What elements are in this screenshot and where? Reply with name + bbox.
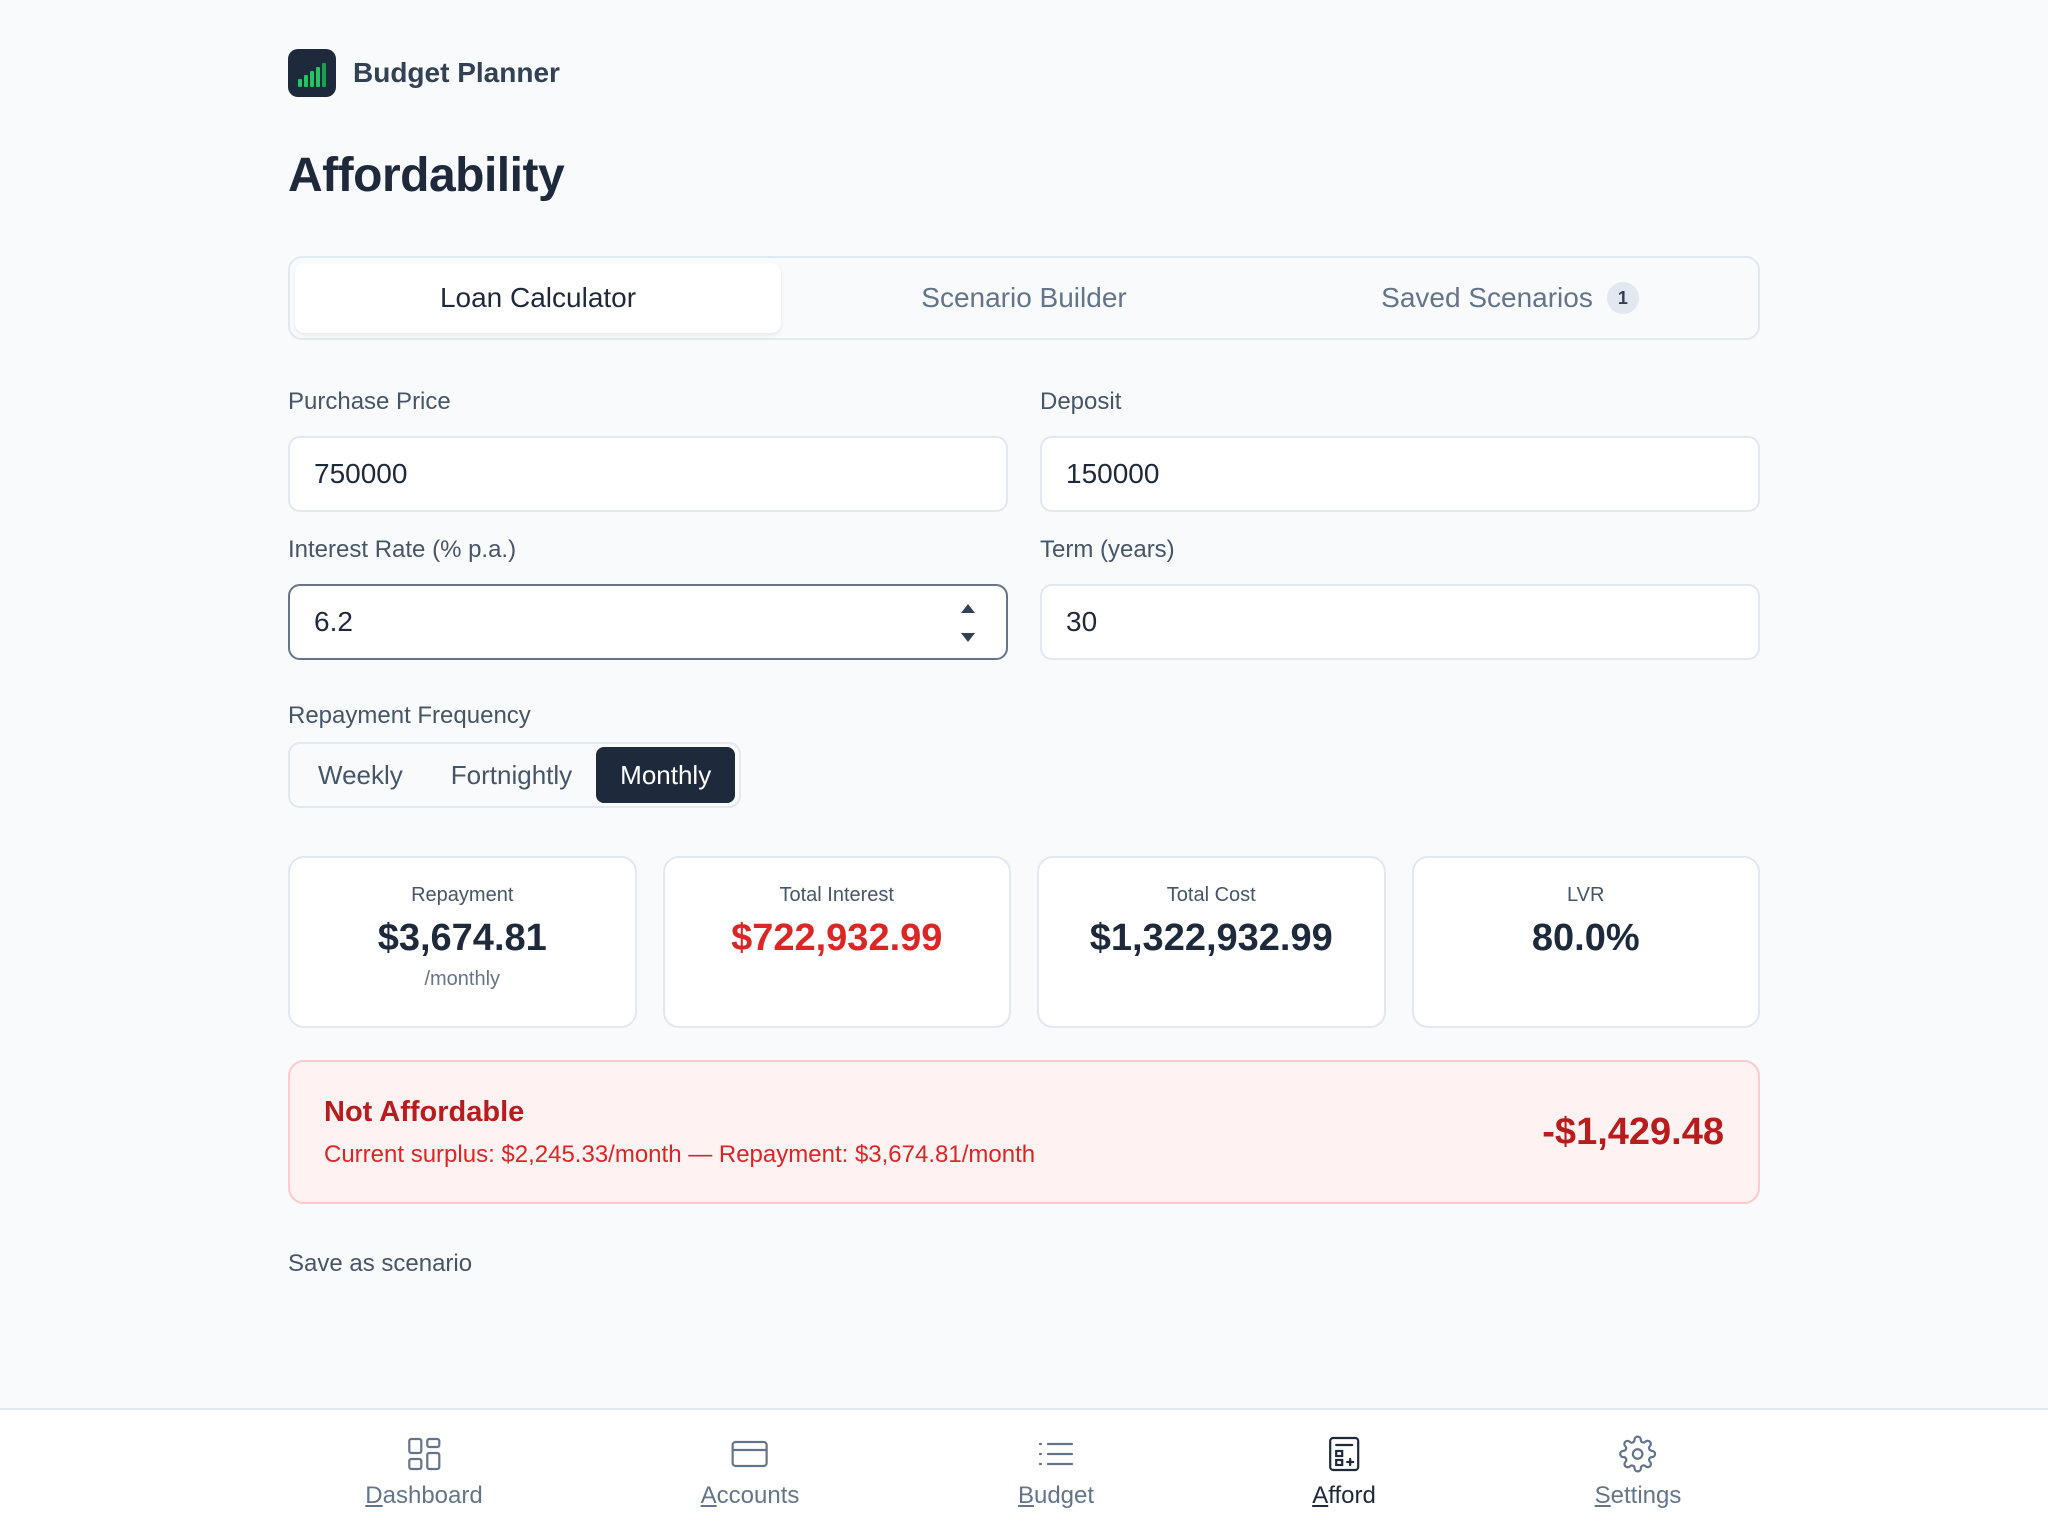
repayment-frequency-suffix: /monthly [424,968,501,990]
bar-chart-logo-icon [288,49,336,97]
repayment-frequency-toggle: Weekly Fortnightly Monthly [288,742,742,808]
loan-summary-cards: Repayment $3,674.81 /monthly Total Inter… [288,856,1760,1028]
page-title: Affordability [288,149,565,202]
term-field: Term (years) 30 [1040,536,1760,660]
calculator-icon [1324,1434,1364,1474]
nav-label: Afford [1312,1482,1376,1509]
alert-description: Current surplus: $2,245.33/month — Repay… [324,1140,1036,1168]
nav-label: Budget [1017,1482,1095,1509]
repayment-card: Repayment $3,674.81 /monthly [288,856,637,1028]
tab-label: Loan Calculator [439,282,637,313]
term-input[interactable]: 30 [1040,584,1760,660]
deposit-field: Deposit 150000 [1040,388,1760,512]
purchase-price-label: Purchase Price [288,388,451,415]
shortfall-amount: -$1,429.48 [1542,1110,1724,1153]
interest-rate-input[interactable]: 6.2 [288,584,1008,660]
total-interest-card: Total Interest $722,932.99 [662,856,1011,1028]
saved-count-badge: 1 [1606,282,1639,314]
gear-icon [1618,1434,1658,1474]
lvr-card: LVR 80.0% [1411,856,1760,1028]
deposit-value: 150000 [1066,458,1160,489]
nav-label: Dashboard [365,1482,483,1509]
tab-scenario-builder[interactable]: Scenario Builder [781,263,1267,333]
nav-settings[interactable]: Settings [1594,1434,1682,1512]
number-stepper[interactable] [956,604,980,642]
stepper-down-icon[interactable] [961,633,975,642]
purchase-price-field: Purchase Price 750000 [288,388,1008,512]
save-scenario-button[interactable]: Save as scenario [288,1250,472,1278]
nav-accounts[interactable]: Accounts [700,1434,800,1512]
term-value: 30 [1066,606,1098,637]
deposit-label: Deposit [1040,388,1122,415]
repayment-frequency-label: Repayment Frequency [288,702,531,729]
stat-label: Total Cost [1166,884,1256,906]
tab-saved-scenarios[interactable]: Saved Scenarios 1 [1267,263,1753,333]
bottom-navigation: Dashboard Accounts Budget Afford Setting… [0,1408,2048,1536]
nav-afford[interactable]: Afford [1312,1434,1376,1512]
list-icon [1036,1434,1076,1474]
nav-label: Settings [1594,1482,1682,1509]
total-cost-card: Total Cost $1,322,932.99 [1037,856,1386,1028]
deposit-input[interactable]: 150000 [1040,436,1760,512]
frequency-fortnightly[interactable]: Fortnightly [427,747,596,803]
total-cost-value: $1,322,932.99 [1089,917,1333,959]
nav-label: Accounts [700,1482,800,1509]
tab-loan-calculator[interactable]: Loan Calculator [295,263,781,333]
app-name: Budget Planner [353,57,560,88]
app-brand: Budget Planner [288,48,560,98]
frequency-monthly[interactable]: Monthly [596,747,736,803]
stepper-up-icon[interactable] [961,604,975,613]
purchase-price-value: 750000 [314,458,408,489]
stat-label: LVR [1567,884,1605,906]
frequency-weekly[interactable]: Weekly [294,747,427,803]
affordability-alert: Not Affordable Current surplus: $2,245.3… [288,1060,1760,1204]
stat-label: Repayment [411,884,514,906]
term-label: Term (years) [1040,536,1175,563]
tab-label: Scenario Builder [921,282,1127,313]
alert-title: Not Affordable [324,1095,525,1128]
interest-rate-field: Interest Rate (% p.a.) 6.2 [288,536,1008,660]
interest-rate-label: Interest Rate (% p.a.) [288,536,517,563]
lvr-value: 80.0% [1531,917,1640,959]
card-icon [730,1434,770,1474]
stat-label: Total Interest [779,884,894,906]
nav-dashboard[interactable]: Dashboard [365,1434,483,1512]
total-interest-value: $722,932.99 [731,917,943,959]
dashboard-icon [404,1434,444,1474]
alert-text: Not Affordable Current surplus: $2,245.3… [324,1096,1035,1169]
tab-label: Saved Scenarios [1381,282,1593,313]
purchase-price-input[interactable]: 750000 [288,436,1008,512]
nav-budget[interactable]: Budget [1018,1434,1094,1512]
tab-bar: Loan Calculator Scenario Builder Saved S… [288,256,1760,340]
interest-rate-value: 6.2 [314,606,353,637]
repayment-value: $3,674.81 [377,917,547,959]
